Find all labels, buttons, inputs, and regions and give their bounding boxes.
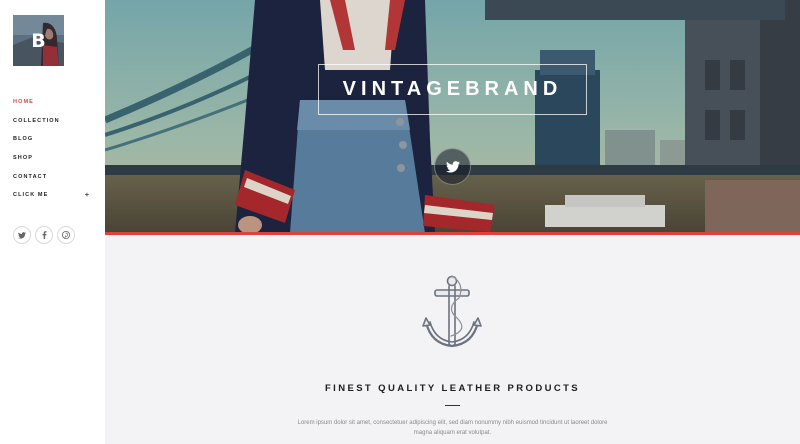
hero-image: VINTAGEBRAND [105,0,800,233]
nav-item-label: BLOG [13,136,34,143]
tagline: FINEST QUALITY LEATHER PRODUCTS [324,383,581,394]
anchor-icon [422,275,482,348]
nav-item-shop[interactable]: SHOP [13,149,89,168]
expand-icon[interactable]: + [85,192,89,199]
divider [445,405,460,406]
hero-photo [105,0,800,233]
nav-item-blog[interactable]: BLOG [13,130,89,149]
intro-section: FINEST QUALITY LEATHER PRODUCTS Lorem ip… [105,235,800,444]
hero-twitter-button[interactable] [434,148,471,185]
sidebar: B HOME COLLECTION BLOG SHOP CONTACT CLIC… [0,0,105,444]
nav-item-collection[interactable]: COLLECTION [13,112,89,131]
nav-item-click-me[interactable]: CLICK ME + [13,186,89,205]
logo[interactable]: B [13,15,64,66]
nav-item-label: CONTACT [13,173,48,180]
social-links [13,226,75,244]
nav-item-label: CLICK ME [13,192,49,199]
nav-item-home[interactable]: HOME [13,93,89,112]
logo-letter: B [31,29,46,52]
twitter-icon [445,160,460,173]
nav-item-label: HOME [13,99,34,106]
facebook-icon[interactable] [35,226,53,244]
nav-item-contact[interactable]: CONTACT [13,167,89,186]
nav-item-label: COLLECTION [13,117,60,124]
pinterest-icon[interactable] [57,226,75,244]
nav-item-label: SHOP [13,155,33,162]
intro-text: Lorem ipsum dolor sit amet, consectetuer… [297,420,608,436]
twitter-icon[interactable] [13,226,31,244]
main-nav: HOME COLLECTION BLOG SHOP CONTACT CLICK … [13,93,89,205]
brand-title: VINTAGEBRAND [318,64,587,115]
